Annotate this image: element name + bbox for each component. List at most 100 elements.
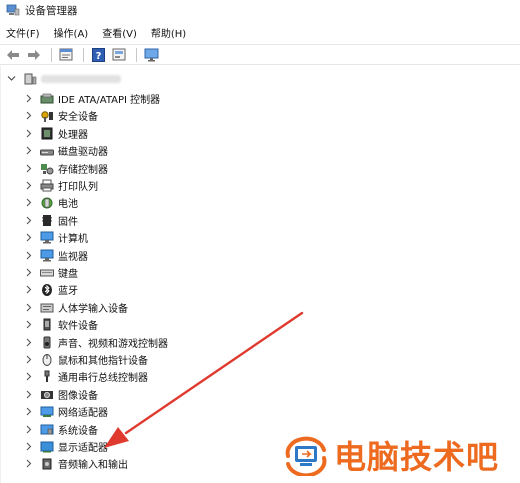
storage-controller-icon (40, 162, 54, 175)
properties-button[interactable] (57, 47, 75, 63)
device-manager-icon (6, 4, 20, 16)
software-device-icon (40, 318, 54, 331)
tree-item[interactable]: 键盘 (23, 264, 78, 281)
tree-item[interactable]: 人体学输入设备 (23, 299, 128, 316)
chevron-right-icon[interactable] (23, 285, 33, 295)
toolbar: ? (0, 44, 520, 65)
tree-item[interactable]: 计算机 (23, 229, 88, 246)
help-icon: ? (91, 47, 105, 62)
tree-item-label: 通用串行总线控制器 (58, 373, 148, 385)
tree-item[interactable]: 监视器 (23, 247, 88, 264)
monitor-icon (144, 48, 158, 61)
tree-item-label: 打印队列 (58, 182, 98, 193)
svg-text:?: ? (95, 51, 101, 62)
tree-item-label: 安全设备 (58, 112, 98, 124)
chevron-right-icon[interactable] (23, 337, 33, 347)
tree-item-label: 键盘 (58, 269, 78, 280)
tree-item-label: 存储控制器 (58, 164, 108, 176)
title-bar: 设备管理器 (0, 0, 520, 20)
tree-item-label: 计算机 (58, 234, 88, 246)
tree-item[interactable]: 软件设备 (23, 316, 98, 333)
chevron-right-icon[interactable] (23, 302, 33, 312)
keyboard-icon (40, 266, 54, 279)
computer-name-redacted (41, 74, 121, 83)
help-button[interactable]: ? (89, 47, 107, 63)
tree-item[interactable]: 处理器 (23, 125, 88, 142)
show-hidden-button[interactable] (110, 47, 128, 63)
tree-item-label: 软件设备 (58, 321, 98, 333)
tree-item[interactable]: 音频输入和输出 (23, 455, 128, 472)
tree-item-label: 系统设备 (58, 425, 98, 437)
tree-item-label: 网络适配器 (58, 408, 108, 420)
chevron-right-icon[interactable] (23, 442, 33, 452)
tree-item[interactable]: 系统设备 (23, 421, 98, 438)
tree-item-label: 声音、视频和游戏控制器 (58, 338, 168, 350)
menu-action[interactable]: 操作(A) (54, 25, 89, 40)
tree-item[interactable]: 安全设备 (23, 107, 98, 124)
show-hidden-icon (112, 48, 126, 61)
tree-item-label: 固件 (58, 216, 78, 228)
chevron-right-icon[interactable] (23, 407, 33, 417)
tree-item[interactable]: IDE ATA/ATAPI 控制器 (23, 90, 160, 107)
tree-item[interactable]: 打印队列 (23, 177, 98, 194)
tree-item[interactable]: 磁盘驱动器 (23, 142, 108, 159)
chevron-right-icon[interactable] (23, 320, 33, 330)
processor-icon (40, 127, 54, 140)
chevron-right-icon[interactable] (23, 94, 33, 104)
tree-item-label: 显示适配器 (58, 443, 108, 454)
chevron-right-icon[interactable] (23, 111, 33, 121)
chevron-right-icon[interactable] (23, 268, 33, 278)
forward-button[interactable] (25, 47, 43, 63)
battery-icon (40, 196, 54, 209)
tree-root[interactable] (6, 70, 121, 87)
tree-item[interactable]: 图像设备 (23, 386, 98, 403)
display-adapter-icon (40, 440, 54, 453)
chevron-right-icon[interactable] (23, 128, 33, 138)
chevron-down-icon[interactable] (6, 74, 16, 84)
usb-icon (40, 370, 54, 383)
ide-controller-icon (40, 92, 54, 105)
tree-item-label: IDE ATA/ATAPI 控制器 (58, 95, 161, 106)
tree-item-label: 蓝牙 (58, 286, 78, 298)
chevron-right-icon[interactable] (23, 459, 33, 469)
chevron-right-icon[interactable] (23, 233, 33, 243)
chevron-right-icon[interactable] (23, 355, 33, 365)
chevron-right-icon[interactable] (23, 250, 33, 260)
tree-item[interactable]: 通用串行总线控制器 (23, 368, 148, 385)
chevron-right-icon[interactable] (23, 163, 33, 173)
tree-item[interactable]: 固件 (23, 212, 78, 229)
tree-item[interactable]: 鼠标和其他指针设备 (23, 351, 148, 368)
tree-item[interactable]: 显示适配器 (23, 438, 108, 455)
system-device-icon (40, 423, 54, 436)
watermark: 电脑技术吧 (280, 432, 499, 478)
back-button[interactable] (4, 47, 22, 63)
computer-root-icon (23, 72, 37, 85)
chevron-right-icon[interactable] (23, 389, 33, 399)
tree-item[interactable]: 存储控制器 (23, 160, 108, 177)
audio-io-icon (40, 457, 54, 470)
tree-item[interactable]: 声音、视频和游戏控制器 (23, 334, 168, 351)
chevron-right-icon[interactable] (23, 424, 33, 434)
tree-item[interactable]: 网络适配器 (23, 403, 108, 420)
menu-help[interactable]: 帮助(H) (151, 25, 186, 40)
tree-item-label: 磁盘驱动器 (58, 147, 108, 159)
forward-arrow-icon (28, 49, 40, 60)
chevron-right-icon[interactable] (23, 181, 33, 191)
tree-item[interactable]: 电池 (23, 194, 78, 211)
chevron-right-icon[interactable] (23, 146, 33, 156)
scan-hardware-button[interactable] (142, 47, 160, 63)
menu-view[interactable]: 查看(V) (102, 25, 137, 40)
tree-item-label: 处理器 (58, 129, 88, 141)
monitor-icon (40, 249, 54, 262)
tree-item[interactable]: 蓝牙 (23, 281, 78, 298)
menu-file[interactable]: 文件(F) (6, 25, 40, 40)
chevron-right-icon[interactable] (23, 372, 33, 382)
printer-icon (40, 179, 54, 192)
chevron-right-icon[interactable] (23, 215, 33, 225)
chevron-right-icon[interactable] (23, 198, 33, 208)
computer-icon (40, 231, 54, 244)
watermark-logo-icon (285, 436, 327, 476)
network-adapter-icon (40, 405, 54, 418)
hid-icon (40, 301, 54, 314)
tree-item-label: 图像设备 (58, 390, 98, 402)
